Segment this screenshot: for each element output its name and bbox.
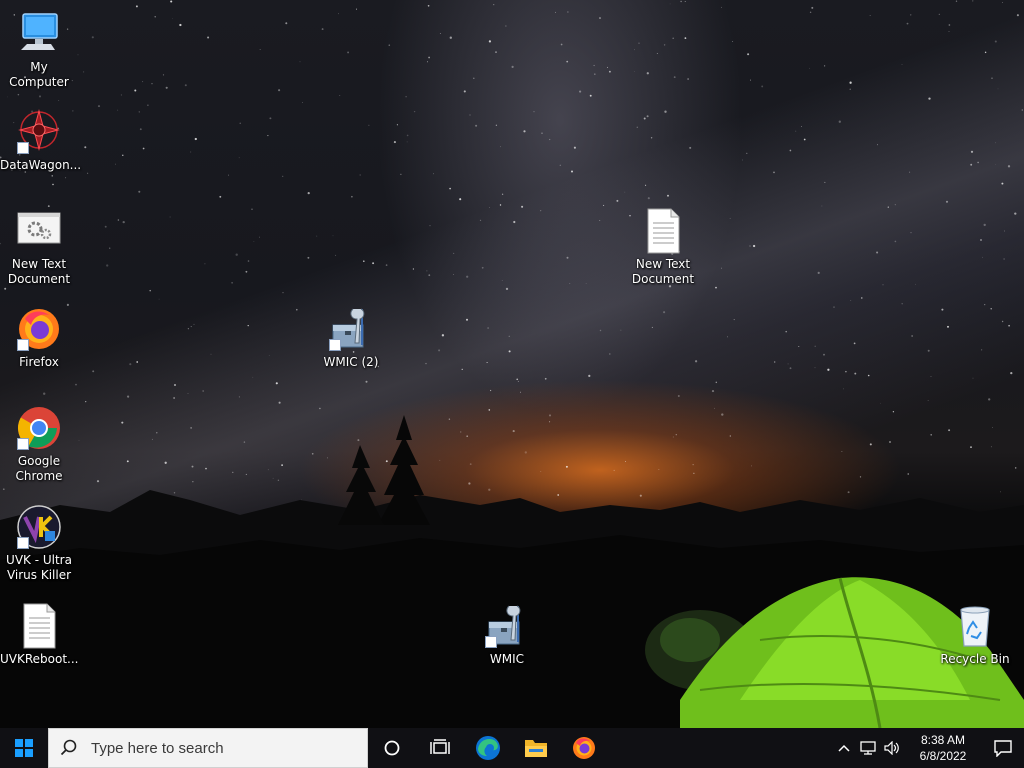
shortcut-arrow-icon [485, 636, 497, 648]
action-center-button[interactable] [982, 728, 1024, 768]
desktop-icon-datawagon[interactable]: DataWagon... [0, 108, 81, 173]
desktop-icon-wmic-2[interactable]: WMIC (2) [312, 305, 390, 370]
uvk-icon [15, 503, 63, 551]
shortcut-arrow-icon [17, 438, 29, 450]
shortcut-arrow-icon [17, 537, 29, 549]
task-view-icon [430, 739, 450, 754]
desktop-icon-google-chrome[interactable]: Google Chrome [0, 404, 78, 484]
shortcut-arrow-icon [17, 142, 29, 154]
show-hidden-icons-button[interactable] [832, 728, 856, 768]
network-button[interactable] [856, 728, 880, 768]
settings-document-icon [15, 207, 63, 255]
search-icon [49, 739, 89, 757]
desktop-icon-uvkreboot[interactable]: UVKReboot... [0, 602, 79, 667]
shortcut-arrow-icon [329, 339, 341, 351]
search-input[interactable] [89, 738, 353, 758]
file-explorer-taskbar-button[interactable] [512, 728, 560, 768]
chevron-up-icon [838, 744, 850, 752]
system-tray: 8:38 AM 6/8/2022 [832, 728, 1024, 768]
clock-date: 6/8/2022 [919, 749, 967, 763]
cortana-button[interactable] [368, 728, 416, 768]
desktop-icon-firefox[interactable]: Firefox [0, 305, 78, 370]
computer-icon [15, 10, 63, 58]
windows-logo-icon [15, 739, 33, 757]
recycle-bin-icon [951, 602, 999, 650]
taskbar-search-box[interactable] [48, 728, 368, 768]
network-icon [860, 741, 876, 755]
firefox-icon [15, 305, 63, 353]
desktop-icon-new-text-document-left[interactable]: New Text Document [0, 207, 78, 287]
firefox-taskbar-button[interactable] [560, 728, 608, 768]
wmic-toolbox-icon [327, 305, 375, 353]
notification-icon [994, 740, 1012, 757]
start-button[interactable] [0, 728, 48, 768]
volume-button[interactable] [880, 728, 904, 768]
task-view-button[interactable] [416, 728, 464, 768]
edge-icon [476, 736, 500, 760]
desktop-icon-my-computer[interactable]: My Computer [0, 10, 78, 90]
firefox-icon [573, 737, 595, 759]
desktop-icon-recycle-bin[interactable]: Recycle Bin [936, 602, 1014, 667]
taskbar: 8:38 AM 6/8/2022 [0, 728, 1024, 768]
file-explorer-icon [525, 740, 547, 757]
desktop-icon-new-text-document-right[interactable]: New Text Document [624, 207, 702, 287]
speaker-icon [884, 741, 899, 755]
desktop-icon-wmic[interactable]: WMIC [468, 602, 546, 667]
text-document-icon [639, 207, 687, 255]
shortcut-arrow-icon [17, 339, 29, 351]
desktop-icon-uvk[interactable]: UVK - Ultra Virus Killer [0, 503, 78, 583]
wmic-toolbox-icon [483, 602, 531, 650]
cortana-icon [384, 740, 400, 756]
taskbar-clock[interactable]: 8:38 AM 6/8/2022 [910, 732, 976, 764]
clock-time: 8:38 AM [920, 733, 966, 747]
datawagon-icon [15, 108, 63, 156]
chrome-icon [15, 404, 63, 452]
edge-taskbar-button[interactable] [464, 728, 512, 768]
text-document-icon [15, 602, 63, 650]
